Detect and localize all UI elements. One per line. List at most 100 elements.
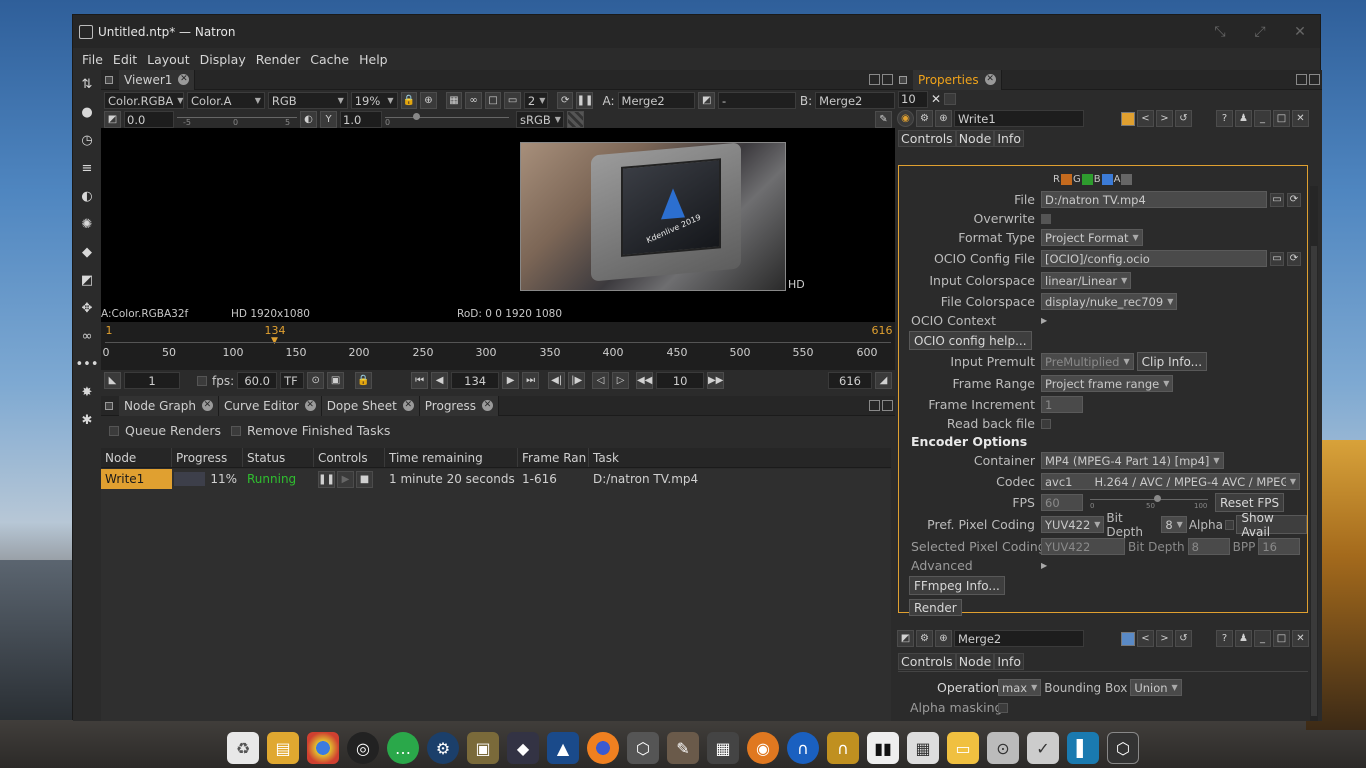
natron-icon[interactable]: ⬡ (1107, 732, 1139, 764)
close-tab-icon[interactable]: ✕ (304, 400, 316, 411)
playhead-icon[interactable]: ▼ (271, 336, 278, 346)
col-frame-range[interactable]: Frame Ran (518, 448, 589, 467)
color-tool-icon[interactable]: ◐ (76, 185, 98, 207)
layer-select[interactable]: Color.RGBA ▼ (104, 92, 184, 109)
float-pane-button[interactable] (869, 400, 880, 411)
input-colorspace-select[interactable]: linear/Linear ▼ (1041, 272, 1132, 289)
close-tab-icon[interactable]: ✕ (178, 74, 190, 85)
next-increment-icon[interactable]: ▷ (612, 372, 630, 389)
reload-icon[interactable]: ⟳ (1287, 251, 1301, 266)
channel-r-checkbox[interactable] (1060, 174, 1072, 185)
subtab-info[interactable]: Info (994, 652, 1024, 670)
menu-render[interactable]: Render (251, 52, 306, 67)
checkerboard-icon[interactable] (567, 111, 584, 128)
disk-icon[interactable]: ⊙ (987, 732, 1019, 764)
current-frame-field[interactable]: 134 (451, 372, 500, 389)
tab-viewer1[interactable]: Viewer1 ✕ (119, 69, 196, 90)
time-tool-icon[interactable]: ◷ (76, 129, 98, 151)
channel-g-checkbox[interactable] (1081, 174, 1093, 185)
render-button[interactable]: Render (909, 599, 962, 616)
col-time-remaining[interactable]: Time remaining (385, 448, 518, 467)
close-pane-button[interactable] (882, 74, 893, 85)
merge-node-icon[interactable]: ◩ (897, 630, 914, 647)
remove-finished-option[interactable]: Remove Finished Tasks (231, 423, 390, 438)
scrollbar-thumb[interactable] (1311, 246, 1317, 716)
hide-icon[interactable]: ♟ (1235, 630, 1252, 647)
minimize-button[interactable]: ⤡ (1200, 24, 1240, 40)
lock-icon[interactable]: 🔒 (355, 372, 373, 389)
restore-defaults-icon[interactable]: ↺ (1175, 630, 1192, 647)
input-premult-select[interactable]: PreMultiplied ▼ (1041, 353, 1134, 370)
close-tab-icon[interactable]: ✕ (984, 74, 996, 85)
playback-mode-icon[interactable]: ⊙ (307, 372, 325, 389)
tab-dope-sheet[interactable]: Dope Sheet ✕ (321, 395, 420, 416)
overwrite-checkbox[interactable] (1041, 213, 1051, 224)
transform-tool-icon[interactable]: ✥ (76, 297, 98, 319)
box-icon[interactable]: ◆ (507, 732, 539, 764)
other-tool-icon[interactable]: ••• (76, 353, 99, 375)
refresh-icon[interactable]: ⟳ (556, 92, 574, 109)
play-icon[interactable]: ▶ (502, 372, 520, 389)
tab-node-graph[interactable]: Node Graph ✕ (119, 395, 219, 416)
proxy-level-select[interactable]: 2 ▼ (523, 92, 548, 109)
row-node[interactable]: Write1 (101, 469, 172, 489)
add-icon[interactable]: ⊕ (935, 110, 952, 127)
subtab-controls[interactable]: Controls (898, 129, 956, 147)
step-field[interactable]: 10 (656, 372, 705, 389)
channel-tool-icon[interactable]: ≡ (76, 157, 98, 179)
codec-select[interactable]: avc1 H.264 / AVC / MPEG-4 AVC / MPEG ▼ (1041, 473, 1300, 490)
audio-icon[interactable]: ∩ (787, 732, 819, 764)
frame-range-select[interactable]: Project frame range ▼ (1041, 375, 1174, 392)
piano-icon[interactable]: ▮▮ (867, 732, 899, 764)
start-marker[interactable]: 1 (106, 324, 113, 337)
timeline[interactable]: 1 134 616 ▼ 0 50 100 150 200 250 300 350… (101, 322, 895, 370)
col-progress[interactable]: Progress (172, 448, 243, 467)
subtab-node[interactable]: Node (955, 652, 995, 670)
fps-field[interactable]: 60 (1041, 494, 1083, 511)
float-node-icon[interactable]: □ (1273, 630, 1290, 647)
previous-increment-icon[interactable]: ◁ (592, 372, 610, 389)
clip-icon[interactable]: ▦ (445, 92, 463, 109)
zoom-fit-icon[interactable]: ⊕ (420, 92, 437, 109)
fps-checkbox[interactable] (197, 375, 207, 386)
last-frame-field[interactable]: 616 (828, 372, 872, 389)
first-frame-field[interactable]: 1 (124, 372, 180, 389)
pane-drag-handle[interactable] (105, 401, 113, 410)
float-node-icon[interactable]: □ (1273, 110, 1290, 127)
firefox-icon[interactable] (587, 732, 619, 764)
close-tab-icon[interactable]: ✕ (402, 400, 414, 411)
close-tab-icon[interactable]: ✕ (482, 400, 493, 411)
gamma-icon[interactable]: Y (320, 111, 337, 128)
gamma-field[interactable]: 1.0 (340, 111, 382, 128)
col-task[interactable]: Task (589, 448, 891, 467)
steam-icon[interactable]: ⚙ (427, 732, 459, 764)
fps-slider[interactable]: 0 50 100 (1086, 493, 1212, 512)
subtab-node[interactable]: Node (955, 129, 995, 147)
stop-render-icon[interactable]: ■ (356, 470, 373, 488)
last-frame-icon[interactable]: ⏭ (522, 372, 540, 389)
folder-icon[interactable]: ▭ (1270, 251, 1284, 266)
pause-render-icon[interactable]: ❚❚ (318, 470, 335, 488)
zoom-select[interactable]: 19% ▼ (350, 92, 398, 109)
previous-frame-icon[interactable]: ◀ (431, 372, 449, 389)
clip-info-button[interactable]: Clip Info... (1136, 352, 1208, 371)
viewer-viewport[interactable]: Kdenlive 2019 HD (101, 128, 895, 308)
resume-render-icon[interactable]: ▶ (337, 470, 354, 488)
queue-renders-checkbox[interactable] (109, 425, 119, 436)
gain-icon[interactable]: ◩ (104, 111, 121, 128)
node-color-swatch[interactable] (1121, 631, 1135, 646)
write-node-name[interactable]: Write1 (954, 110, 1084, 127)
close-pane-button[interactable] (882, 400, 893, 411)
center-node-icon[interactable]: ◉ (897, 110, 914, 127)
merge-tool-icon[interactable]: ◩ (76, 269, 98, 291)
container-select[interactable]: MP4 (MPEG-4 Part 14) [mp4] ▼ (1041, 452, 1224, 469)
undo-icon[interactable]: < (1137, 630, 1154, 647)
minimize-node-icon[interactable]: _ (1254, 110, 1271, 127)
channels-select[interactable]: RGB ▼ (267, 92, 348, 109)
gain-slider[interactable]: -5 0 5 (177, 111, 297, 128)
pane-drag-handle[interactable] (105, 75, 113, 84)
add-icon[interactable]: ⊕ (935, 630, 952, 647)
gmic-tool-icon[interactable]: ✸ (76, 381, 98, 403)
paint-tool-icon[interactable]: ● (76, 101, 98, 123)
blender-icon[interactable]: ◉ (747, 732, 779, 764)
